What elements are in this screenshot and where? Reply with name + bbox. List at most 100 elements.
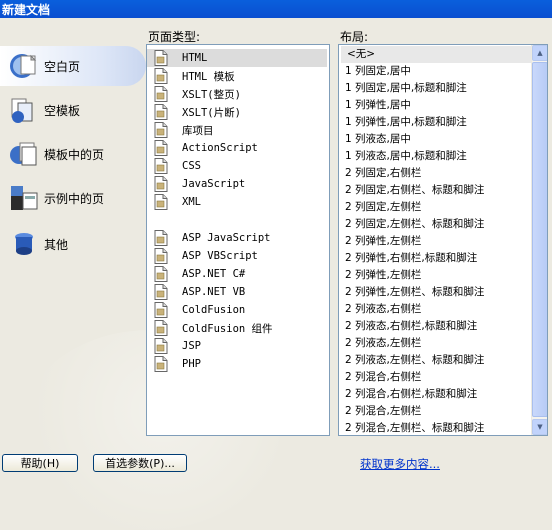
- layout-list[interactable]: <无> 1 列固定,居中 1 列固定,居中,标题和脚注 1 列弹性,居中 1 列弹性,居…: [338, 44, 548, 436]
- layout-item[interactable]: 2 列混合,右侧栏: [345, 369, 531, 386]
- layout-item[interactable]: 2 列液态,右侧栏,标题和脚注: [345, 318, 531, 335]
- page-type-label: ASP JavaScript: [182, 232, 271, 244]
- page-type-item[interactable]: ASP JavaScript: [147, 229, 327, 247]
- page-type-item[interactable]: 库项目: [147, 121, 327, 139]
- page-type-item[interactable]: PHP: [147, 355, 327, 373]
- layout-item[interactable]: 1 列固定,居中,标题和脚注: [345, 80, 531, 97]
- page-type-item[interactable]: JavaScript: [147, 175, 327, 193]
- page-type-label: ColdFusion: [182, 304, 246, 316]
- layout-item[interactable]: <无>: [341, 46, 531, 63]
- layout-item[interactable]: 2 列弹性,左侧栏、标题和脚注: [345, 284, 531, 301]
- page-type-label: HTML 模板: [182, 70, 235, 83]
- document-file-icon: [154, 194, 168, 210]
- layout-item[interactable]: 2 列固定,左侧栏、标题和脚注: [345, 216, 531, 233]
- page-type-label: XML: [182, 196, 201, 208]
- page-type-item[interactable]: HTML 模板: [147, 67, 327, 85]
- layout-item[interactable]: 2 列固定,右侧栏、标题和脚注: [345, 182, 531, 199]
- page-type-label: CSS: [182, 160, 201, 172]
- template-page-icon: [9, 139, 39, 169]
- category-template-page[interactable]: 模板中的页: [0, 134, 146, 174]
- scroll-up-button[interactable]: ▲: [532, 45, 547, 61]
- layout-item[interactable]: 2 列弹性,左侧栏: [345, 267, 531, 284]
- layout-item[interactable]: 1 列弹性,居中,标题和脚注: [345, 114, 531, 131]
- page-type-item[interactable]: ActionScript: [147, 139, 327, 157]
- layout-scrollbar[interactable]: ▲ ▼: [531, 45, 547, 435]
- layout-item[interactable]: 1 列弹性,居中: [345, 97, 531, 114]
- page-type-label: ActionScript: [182, 142, 258, 154]
- page-type-header: 页面类型:: [148, 30, 201, 44]
- document-file-icon: [154, 68, 168, 84]
- document-file-icon: [154, 176, 168, 192]
- page-type-label: PHP: [182, 358, 201, 370]
- document-file-icon: [154, 284, 168, 300]
- page-type-item[interactable]: ASP VBScript: [147, 247, 327, 265]
- page-type-list[interactable]: HTML HTML 模板 XSLT(整页) XSLT(片断) 库项目 ActionScri…: [146, 44, 330, 436]
- category-label: 其他: [44, 237, 69, 252]
- empty-template-icon: [9, 95, 39, 125]
- document-file-icon: [154, 140, 168, 156]
- document-file-icon: [154, 122, 168, 138]
- category-empty-template[interactable]: 空模板: [0, 90, 146, 130]
- page-type-label: ASP.NET C#: [182, 268, 246, 280]
- category-panel: 空白页 空模板 模板中的页 示例中的页 其他: [0, 38, 146, 436]
- layout-header: 布局:: [340, 30, 369, 44]
- layout-item[interactable]: 2 列弹性,右侧栏,标题和脚注: [345, 250, 531, 267]
- page-type-item[interactable]: ASP.NET VB: [147, 283, 327, 301]
- category-label: 模板中的页: [44, 147, 105, 162]
- layout-item[interactable]: 2 列液态,左侧栏: [345, 335, 531, 352]
- layout-item[interactable]: 2 列固定,左侧栏: [345, 199, 531, 216]
- layout-item[interactable]: 1 列固定,居中: [345, 63, 531, 80]
- page-type-item[interactable]: ColdFusion 组件: [147, 319, 327, 337]
- page-type-label: ColdFusion 组件: [182, 322, 273, 335]
- document-file-icon: [154, 248, 168, 264]
- page-type-label: 库项目: [182, 124, 214, 137]
- page-type-label: HTML: [182, 52, 208, 64]
- layout-item[interactable]: 1 列液态,居中,标题和脚注: [345, 148, 531, 165]
- document-file-icon: [154, 104, 168, 120]
- layout-item[interactable]: 2 列混合,右侧栏,标题和脚注: [345, 386, 531, 403]
- page-type-item[interactable]: ASP.NET C#: [147, 265, 327, 283]
- document-file-icon: [154, 338, 168, 354]
- page-type-item[interactable]: XSLT(片断): [147, 103, 327, 121]
- layout-item[interactable]: 2 列固定,右侧栏: [345, 165, 531, 182]
- page-type-item[interactable]: XSLT(整页): [147, 85, 327, 103]
- document-file-icon: [154, 302, 168, 318]
- layout-item[interactable]: 2 列弹性,左侧栏: [345, 233, 531, 250]
- layout-item[interactable]: 2 列液态,左侧栏、标题和脚注: [345, 352, 531, 369]
- document-file-icon: [154, 50, 168, 66]
- category-sample-page[interactable]: 示例中的页: [0, 178, 146, 218]
- help-button[interactable]: 帮助(H): [2, 454, 78, 472]
- page-type-item[interactable]: CSS: [147, 157, 327, 175]
- page-type-label: XSLT(片断): [182, 106, 241, 119]
- category-label: 空模板: [44, 103, 81, 118]
- preferences-button[interactable]: 首选参数(P)...: [93, 454, 187, 472]
- page-type-item[interactable]: XML: [147, 193, 327, 211]
- page-type-item[interactable]: HTML: [147, 49, 327, 67]
- page-type-item[interactable]: JSP: [147, 337, 327, 355]
- document-file-icon: [154, 266, 168, 282]
- document-file-icon: [154, 86, 168, 102]
- page-type-label: JSP: [182, 340, 201, 352]
- layout-item[interactable]: 1 列液态,居中: [345, 131, 531, 148]
- category-other[interactable]: 其他: [0, 224, 146, 264]
- scroll-thumb[interactable]: [532, 62, 547, 417]
- page-type-label: ASP VBScript: [182, 250, 258, 262]
- category-label: 示例中的页: [44, 191, 105, 206]
- page-type-label: JavaScript: [182, 178, 246, 190]
- document-file-icon: [154, 158, 168, 174]
- layout-item[interactable]: 2 列混合,左侧栏: [345, 403, 531, 420]
- document-file-icon: [154, 356, 168, 372]
- page-type-label: XSLT(整页): [182, 88, 241, 101]
- layout-item[interactable]: 2 列液态,右侧栏: [345, 301, 531, 318]
- get-more-content-link[interactable]: 获取更多内容...: [360, 456, 440, 472]
- category-label: 空白页: [44, 59, 81, 74]
- other-icon: [9, 229, 39, 259]
- window-title: 新建文档: [0, 0, 552, 18]
- layout-item[interactable]: 2 列混合,左侧栏、标题和脚注: [345, 420, 531, 435]
- sample-page-icon: [9, 183, 39, 213]
- document-file-icon: [154, 230, 168, 246]
- scroll-down-button[interactable]: ▼: [532, 419, 547, 435]
- blank-page-icon: [9, 51, 39, 81]
- page-type-item[interactable]: ColdFusion: [147, 301, 327, 319]
- category-blank-page[interactable]: 空白页: [0, 46, 146, 86]
